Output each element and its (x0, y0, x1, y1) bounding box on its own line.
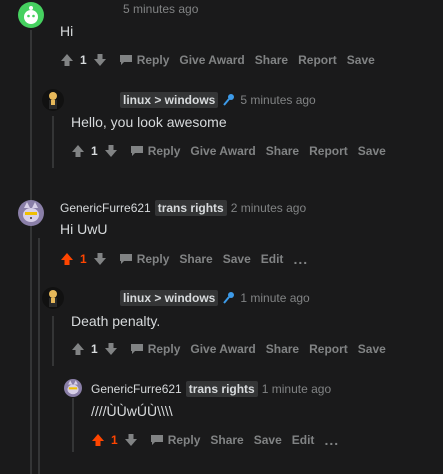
reply-button[interactable]: Reply (119, 252, 169, 266)
comment-time[interactable]: 1 minute ago (240, 291, 309, 305)
comment-actions: 1 Reply Give Award Share Report Save (71, 144, 396, 158)
microphone-icon (223, 292, 235, 304)
thread-line[interactable] (38, 238, 40, 474)
comment-actions: 1 Reply Give Award Share Report Save (60, 53, 385, 67)
character-avatar-icon (49, 290, 57, 307)
comment-meta: linux > windows 1 minute ago (120, 290, 310, 306)
downvote-icon[interactable] (104, 144, 118, 158)
comment-time[interactable]: 5 minutes ago (240, 93, 315, 107)
comment-actions: 1 Reply Give Award Share Report Save (71, 342, 396, 356)
comment-author[interactable]: GenericFurre621 (60, 201, 151, 215)
comment-meta: 5 minutes ago (123, 2, 198, 16)
comment-body: ////ÙÙwÚÙ\\\\ (91, 403, 173, 419)
more-options-icon[interactable]: ... (293, 251, 308, 267)
furry-avatar-icon (67, 380, 79, 395)
reply-icon (130, 344, 143, 354)
comment-time[interactable]: 2 minutes ago (231, 201, 306, 215)
upvote-icon[interactable] (60, 53, 74, 67)
user-flair: linux > windows (120, 290, 219, 306)
thread-line[interactable] (72, 398, 74, 452)
share-button[interactable]: Share (266, 342, 299, 356)
comment-body: Death penalty. (71, 313, 161, 329)
comment-meta: GenericFurre621 trans rights 2 minutes a… (60, 200, 306, 216)
save-button[interactable]: Save (358, 342, 386, 356)
avatar[interactable] (42, 89, 64, 111)
comment-actions: 1 Reply Share Save Edit ... (60, 251, 318, 267)
save-button[interactable]: Save (223, 252, 251, 266)
comment-meta: GenericFurre621 trans rights 1 minute ag… (91, 381, 331, 397)
comment-meta: linux > windows 5 minutes ago (120, 92, 316, 108)
user-flair: linux > windows (120, 92, 219, 108)
vote-score: 1 (91, 144, 98, 158)
comment-actions: 1 Reply Share Save Edit ... (91, 432, 349, 448)
comment-author[interactable]: GenericFurre621 (91, 382, 182, 396)
avatar[interactable] (18, 2, 44, 28)
edit-button[interactable]: Edit (261, 252, 284, 266)
thread-line[interactable] (30, 30, 32, 474)
reply-icon (119, 55, 132, 65)
vote-score: 1 (80, 252, 87, 266)
reply-icon (150, 435, 163, 445)
reply-button[interactable]: Reply (119, 53, 169, 67)
give-award-button[interactable]: Give Award (179, 53, 244, 67)
comment-body: Hi UwU (60, 221, 108, 237)
avatar[interactable] (18, 200, 44, 226)
share-button[interactable]: Share (255, 53, 288, 67)
microphone-icon (223, 94, 235, 106)
vote-score: 1 (80, 53, 87, 67)
user-flair: trans rights (185, 381, 258, 397)
report-button[interactable]: Report (309, 342, 348, 356)
snoo-avatar-icon (24, 6, 38, 24)
share-button[interactable]: Share (210, 433, 243, 447)
share-button[interactable]: Share (179, 252, 212, 266)
avatar[interactable] (42, 287, 64, 309)
more-options-icon[interactable]: ... (324, 432, 339, 448)
upvote-icon[interactable] (71, 342, 85, 356)
save-button[interactable]: Save (254, 433, 282, 447)
reply-button[interactable]: Reply (130, 144, 180, 158)
comment-time[interactable]: 5 minutes ago (123, 2, 198, 16)
thread-line[interactable] (52, 316, 54, 366)
furry-avatar-icon (23, 202, 39, 222)
report-button[interactable]: Report (298, 53, 337, 67)
thread-line[interactable] (52, 116, 54, 168)
edit-button[interactable]: Edit (292, 433, 315, 447)
reply-icon (119, 254, 132, 264)
character-avatar-icon (49, 92, 57, 109)
downvote-icon[interactable] (124, 433, 138, 447)
reply-button[interactable]: Reply (130, 342, 180, 356)
upvote-icon[interactable] (91, 433, 105, 447)
reply-button[interactable]: Reply (150, 433, 200, 447)
vote-score: 1 (111, 433, 118, 447)
give-award-button[interactable]: Give Award (190, 342, 255, 356)
save-button[interactable]: Save (347, 53, 375, 67)
comment-time[interactable]: 1 minute ago (262, 382, 331, 396)
downvote-icon[interactable] (93, 53, 107, 67)
upvote-icon[interactable] (60, 252, 74, 266)
user-flair: trans rights (154, 200, 227, 216)
avatar[interactable] (64, 379, 82, 397)
downvote-icon[interactable] (104, 342, 118, 356)
upvote-icon[interactable] (71, 144, 85, 158)
report-button[interactable]: Report (309, 144, 348, 158)
save-button[interactable]: Save (358, 144, 386, 158)
give-award-button[interactable]: Give Award (190, 144, 255, 158)
share-button[interactable]: Share (266, 144, 299, 158)
vote-score: 1 (91, 342, 98, 356)
downvote-icon[interactable] (93, 252, 107, 266)
comment-body: Hello, you look awesome (71, 114, 227, 130)
comment-body: Hi (60, 23, 74, 39)
reply-icon (130, 146, 143, 156)
